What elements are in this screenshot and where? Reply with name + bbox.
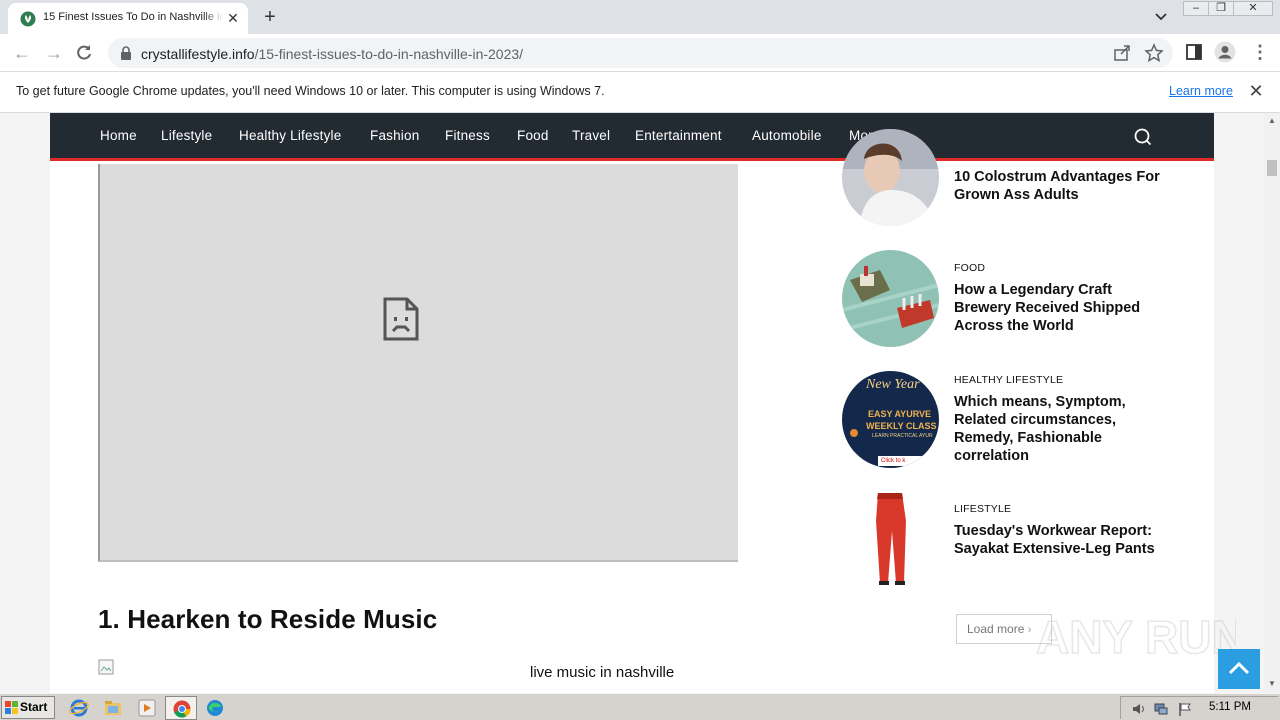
- chevron-up-icon: [1228, 661, 1250, 675]
- nav-item-lifestyle[interactable]: Lifestyle: [161, 128, 212, 143]
- site-navigation: Home Lifestyle Healthy Lifestyle Fashion…: [50, 113, 1214, 161]
- decoration-dot: [850, 429, 858, 437]
- page-viewport: Home Lifestyle Healthy Lifestyle Fashion…: [0, 113, 1264, 693]
- page-scrollbar[interactable]: ▲ ▼: [1264, 113, 1280, 693]
- broken-embed-placeholder: [98, 164, 738, 562]
- url-domain: crystallifestyle.info: [141, 46, 255, 62]
- windows-logo-icon: [5, 701, 18, 714]
- restore-window-button[interactable]: ❐: [1208, 1, 1234, 16]
- tab-close-icon[interactable]: ✕: [225, 10, 241, 26]
- post-category[interactable]: LIFESTYLE: [954, 503, 1011, 515]
- bookmark-star-icon[interactable]: [1144, 43, 1164, 63]
- media-player-icon[interactable]: [136, 697, 158, 719]
- thumb-line: WEEKLY CLASS: [866, 421, 937, 431]
- site-favicon-icon: [20, 11, 36, 27]
- side-panel-icon[interactable]: [1184, 42, 1204, 62]
- system-tray: 5:11 PM: [1120, 696, 1278, 719]
- nav-item-entertainment[interactable]: Entertainment: [635, 128, 722, 143]
- file-explorer-icon[interactable]: [102, 697, 124, 719]
- back-arrow-icon[interactable]: ←: [10, 41, 34, 65]
- nav-item-travel[interactable]: Travel: [572, 128, 610, 143]
- post-title[interactable]: How a Legendary Craft Brewery Received S…: [954, 281, 1169, 335]
- nav-item-food[interactable]: Food: [517, 128, 549, 143]
- update-infobar: To get future Google Chrome updates, you…: [0, 72, 1280, 113]
- start-label: Start: [20, 700, 48, 714]
- image-alt-text: live music in nashville: [530, 664, 675, 681]
- learn-more-link[interactable]: Learn more: [1169, 84, 1233, 98]
- volume-icon[interactable]: [1131, 701, 1147, 717]
- lock-icon[interactable]: [120, 46, 132, 60]
- chrome-menu-icon[interactable]: ⋮: [1250, 42, 1270, 62]
- article-heading: 1. Hearken to Reside Music: [98, 604, 438, 634]
- reload-icon[interactable]: [74, 43, 94, 63]
- sad-page-icon: [383, 297, 419, 341]
- anyrun-watermark-logo: ANY RUN: [1036, 610, 1236, 664]
- nav-item-home[interactable]: Home: [100, 128, 137, 143]
- thumb-line: New Year: [866, 377, 920, 392]
- thumb-line: EASY AYURVE: [868, 409, 932, 419]
- post-category[interactable]: FOOD: [954, 262, 985, 274]
- new-tab-button[interactable]: +: [258, 6, 282, 28]
- clock-time[interactable]: 5:11 PM: [1209, 701, 1251, 713]
- thumb-line: Click to k: [878, 456, 922, 466]
- nav-item-automobile[interactable]: Automobile: [752, 128, 822, 143]
- browser-toolbar: ← → crystallifestyle.info/15-finest-issu…: [0, 34, 1280, 72]
- chrome-taskbar-button[interactable]: [165, 696, 197, 720]
- chrome-icon: [173, 700, 191, 718]
- tab-strip: 15 Finest Issues To Do in Nashville in 2…: [0, 0, 1280, 34]
- start-button[interactable]: Start: [1, 696, 55, 719]
- url-path: /15-finest-issues-to-do-in-nashville-in-…: [254, 46, 524, 62]
- post-title[interactable]: Tuesday's Workwear Report: Sayakat Exten…: [954, 522, 1169, 558]
- nav-item-healthy-lifestyle[interactable]: Healthy Lifestyle: [239, 128, 341, 143]
- post-title[interactable]: 10 Colostrum Advantages For Grown Ass Ad…: [954, 168, 1169, 204]
- share-icon[interactable]: [1112, 43, 1132, 63]
- thumb-line: LEARN PRACTICAL AYUR: [872, 433, 933, 439]
- profile-avatar-icon[interactable]: [1214, 41, 1236, 63]
- load-more-label: Load more: [967, 622, 1025, 636]
- nav-item-fashion[interactable]: Fashion: [370, 128, 419, 143]
- windows-taskbar: Start 5:11 PM: [0, 693, 1280, 720]
- post-thumbnail[interactable]: [842, 491, 939, 588]
- scroll-to-top-button[interactable]: [1218, 649, 1260, 689]
- address-bar[interactable]: crystallifestyle.info/15-finest-issues-t…: [108, 38, 1173, 68]
- tab-search-chevron-icon[interactable]: [1151, 8, 1171, 26]
- search-icon[interactable]: [1134, 128, 1152, 146]
- scroll-up-arrow-icon[interactable]: ▲: [1268, 116, 1276, 125]
- page-content: Home Lifestyle Healthy Lifestyle Fashion…: [50, 113, 1260, 693]
- watermark-text: ANY RUN: [1036, 611, 1236, 663]
- nav-item-fitness[interactable]: Fitness: [445, 128, 490, 143]
- chevron-right-icon: ›: [1027, 624, 1032, 636]
- browser-tab[interactable]: 15 Finest Issues To Do in Nashville in 2…: [8, 3, 248, 34]
- post-thumbnail[interactable]: [842, 250, 939, 347]
- network-icon[interactable]: [1153, 701, 1169, 717]
- minimize-window-button[interactable]: –: [1183, 1, 1209, 16]
- tab-title: 15 Finest Issues To Do in Nashville in 2…: [43, 11, 223, 23]
- post-title[interactable]: Which means, Symptom, Related circumstan…: [954, 393, 1169, 465]
- post-thumbnail[interactable]: New Year EASY AYURVE WEEKLY CLASS LEARN …: [842, 371, 939, 468]
- internet-explorer-icon[interactable]: [68, 697, 90, 719]
- url-text[interactable]: crystallifestyle.info/15-finest-issues-t…: [141, 46, 523, 62]
- close-window-button[interactable]: ✕: [1233, 1, 1273, 16]
- action-center-flag-icon[interactable]: [1177, 701, 1193, 717]
- infobar-message: To get future Google Chrome updates, you…: [16, 84, 605, 98]
- post-category[interactable]: HEALTHY LIFESTYLE: [954, 374, 1063, 386]
- forward-arrow-icon[interactable]: →: [42, 41, 66, 65]
- scrollbar-thumb[interactable]: [1267, 160, 1277, 176]
- post-thumbnail[interactable]: [842, 129, 939, 226]
- infobar-close-icon[interactable]: ✕: [1247, 81, 1265, 101]
- edge-icon[interactable]: [204, 697, 226, 719]
- broken-image-icon: [98, 659, 114, 675]
- scroll-down-arrow-icon[interactable]: ▼: [1268, 679, 1276, 688]
